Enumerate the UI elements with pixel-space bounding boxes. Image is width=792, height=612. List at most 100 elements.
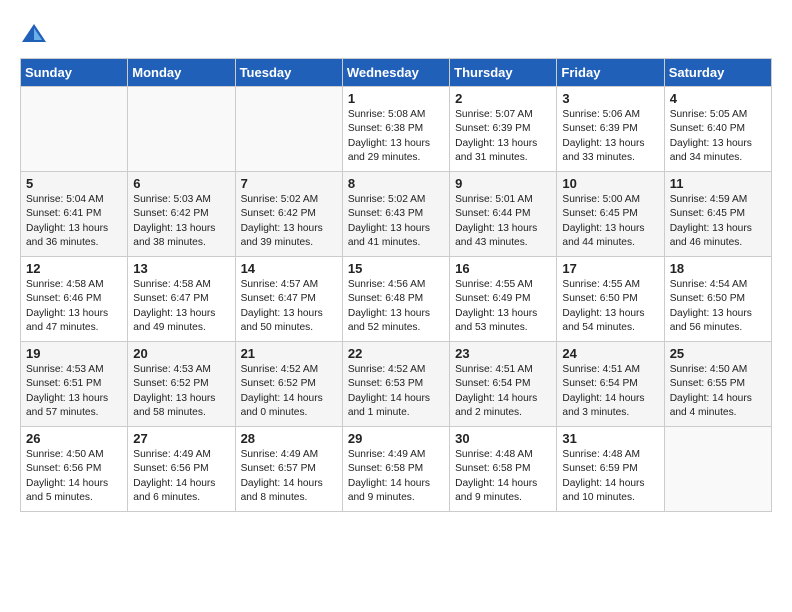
calendar-cell: 4 Sunrise: 5:05 AMSunset: 6:40 PMDaylight… [664,87,771,172]
day-number: 17 [562,261,658,276]
week-row-5: 26 Sunrise: 4:50 AMSunset: 6:56 PMDayligh… [21,427,772,512]
calendar-cell: 17Sunrise: 4:55 AMSunset: 6:50 PMDayligh… [557,257,664,342]
day-details: Sunrise: 4:55 AMSunset: 6:49 PMDaylight:… [455,278,551,335]
day-number: 11 [670,176,766,191]
calendar-cell [21,87,128,172]
day-details: Sunrise: 5:07 AMSunset: 6:39 PMDaylight:… [455,108,551,165]
day-details: Sunrise: 4:49 AMSunset: 6:57 PMDaylight:… [241,448,337,505]
calendar-cell: 18 Sunrise: 4:54 AMSunset: 6:50 PMDayligh… [664,257,771,342]
day-details: Sunrise: 5:03 AMSunset: 6:42 PMDaylight:… [133,193,229,250]
calendar-cell: 15 Sunrise: 4:56 AMSunset: 6:48 PMDayligh… [342,257,449,342]
day-number: 4 [670,91,766,106]
logo-icon [20,20,48,48]
day-details: Sunrise: 4:53 AMSunset: 6:51 PMDaylight:… [26,363,122,420]
header-wednesday: Wednesday [342,59,449,87]
day-details: Sunrise: 5:02 AMSunset: 6:42 PMDaylight:… [241,193,337,250]
calendar-cell: 21 Sunrise: 4:52 AMSunset: 6:52 PMDayligh… [235,342,342,427]
calendar-cell: 26 Sunrise: 4:50 AMSunset: 6:56 PMDayligh… [21,427,128,512]
week-row-2: 5 Sunrise: 5:04 AMSunset: 6:41 PMDaylight… [21,172,772,257]
logo [20,20,52,48]
day-details: Sunrise: 4:50 AMSunset: 6:56 PMDaylight:… [26,448,122,505]
day-number: 7 [241,176,337,191]
calendar-cell: 22 Sunrise: 4:52 AMSunset: 6:53 PMDayligh… [342,342,449,427]
calendar-cell: 31Sunrise: 4:48 AMSunset: 6:59 PMDayligh… [557,427,664,512]
calendar-cell: 6 Sunrise: 5:03 AMSunset: 6:42 PMDaylight… [128,172,235,257]
day-details: Sunrise: 4:50 AMSunset: 6:55 PMDaylight:… [670,363,766,420]
day-number: 3 [562,91,658,106]
day-details: Sunrise: 5:01 AMSunset: 6:44 PMDaylight:… [455,193,551,250]
calendar-cell: 29 Sunrise: 4:49 AMSunset: 6:58 PMDayligh… [342,427,449,512]
calendar-cell: 28 Sunrise: 4:49 AMSunset: 6:57 PMDayligh… [235,427,342,512]
week-row-1: 1 Sunrise: 5:08 AMSunset: 6:38 PMDaylight… [21,87,772,172]
calendar-cell: 1 Sunrise: 5:08 AMSunset: 6:38 PMDaylight… [342,87,449,172]
day-number: 23 [455,346,551,361]
calendar-cell: 30 Sunrise: 4:48 AMSunset: 6:58 PMDayligh… [450,427,557,512]
day-details: Sunrise: 4:53 AMSunset: 6:52 PMDaylight:… [133,363,229,420]
day-details: Sunrise: 4:58 AMSunset: 6:46 PMDaylight:… [26,278,122,335]
day-number: 6 [133,176,229,191]
day-number: 31 [562,431,658,446]
day-number: 20 [133,346,229,361]
day-number: 10 [562,176,658,191]
calendar-cell: 23Sunrise: 4:51 AMSunset: 6:54 PMDayligh… [450,342,557,427]
day-details: Sunrise: 5:00 AMSunset: 6:45 PMDaylight:… [562,193,658,250]
calendar-cell: 12Sunrise: 4:58 AMSunset: 6:46 PMDayligh… [21,257,128,342]
header-thursday: Thursday [450,59,557,87]
day-details: Sunrise: 4:52 AMSunset: 6:52 PMDaylight:… [241,363,337,420]
header-saturday: Saturday [664,59,771,87]
week-row-3: 12Sunrise: 4:58 AMSunset: 6:46 PMDayligh… [21,257,772,342]
day-number: 13 [133,261,229,276]
day-number: 21 [241,346,337,361]
day-details: Sunrise: 5:02 AMSunset: 6:43 PMDaylight:… [348,193,444,250]
calendar-cell: 14Sunrise: 4:57 AMSunset: 6:47 PMDayligh… [235,257,342,342]
calendar-cell: 20 Sunrise: 4:53 AMSunset: 6:52 PMDayligh… [128,342,235,427]
calendar-cell: 25 Sunrise: 4:50 AMSunset: 6:55 PMDayligh… [664,342,771,427]
day-details: Sunrise: 5:06 AMSunset: 6:39 PMDaylight:… [562,108,658,165]
day-number: 28 [241,431,337,446]
calendar-cell: 5 Sunrise: 5:04 AMSunset: 6:41 PMDaylight… [21,172,128,257]
header-friday: Friday [557,59,664,87]
day-number: 18 [670,261,766,276]
day-number: 26 [26,431,122,446]
header-tuesday: Tuesday [235,59,342,87]
calendar-header-row: SundayMondayTuesdayWednesdayThursdayFrid… [21,59,772,87]
day-number: 29 [348,431,444,446]
day-details: Sunrise: 4:52 AMSunset: 6:53 PMDaylight:… [348,363,444,420]
calendar-cell: 16Sunrise: 4:55 AMSunset: 6:49 PMDayligh… [450,257,557,342]
day-number: 24 [562,346,658,361]
day-number: 30 [455,431,551,446]
day-number: 1 [348,91,444,106]
day-details: Sunrise: 4:58 AMSunset: 6:47 PMDaylight:… [133,278,229,335]
calendar-cell: 13 Sunrise: 4:58 AMSunset: 6:47 PMDayligh… [128,257,235,342]
calendar-table: SundayMondayTuesdayWednesdayThursdayFrid… [20,58,772,512]
calendar-cell: 19 Sunrise: 4:53 AMSunset: 6:51 PMDayligh… [21,342,128,427]
calendar-cell: 3 Sunrise: 5:06 AMSunset: 6:39 PMDaylight… [557,87,664,172]
day-details: Sunrise: 5:05 AMSunset: 6:40 PMDaylight:… [670,108,766,165]
day-number: 8 [348,176,444,191]
header-monday: Monday [128,59,235,87]
day-details: Sunrise: 4:48 AMSunset: 6:58 PMDaylight:… [455,448,551,505]
day-details: Sunrise: 5:04 AMSunset: 6:41 PMDaylight:… [26,193,122,250]
day-details: Sunrise: 4:49 AMSunset: 6:58 PMDaylight:… [348,448,444,505]
header-sunday: Sunday [21,59,128,87]
day-details: Sunrise: 4:51 AMSunset: 6:54 PMDaylight:… [562,363,658,420]
calendar-cell: 2 Sunrise: 5:07 AMSunset: 6:39 PMDaylight… [450,87,557,172]
calendar-cell: 11Sunrise: 4:59 AMSunset: 6:45 PMDayligh… [664,172,771,257]
day-number: 15 [348,261,444,276]
calendar-cell: 27Sunrise: 4:49 AMSunset: 6:56 PMDayligh… [128,427,235,512]
calendar-cell: 7 Sunrise: 5:02 AMSunset: 6:42 PMDaylight… [235,172,342,257]
calendar-cell: 24 Sunrise: 4:51 AMSunset: 6:54 PMDayligh… [557,342,664,427]
day-number: 5 [26,176,122,191]
day-number: 2 [455,91,551,106]
day-number: 19 [26,346,122,361]
day-details: Sunrise: 4:57 AMSunset: 6:47 PMDaylight:… [241,278,337,335]
calendar-cell: 9 Sunrise: 5:01 AMSunset: 6:44 PMDaylight… [450,172,557,257]
day-details: Sunrise: 4:56 AMSunset: 6:48 PMDaylight:… [348,278,444,335]
week-row-4: 19 Sunrise: 4:53 AMSunset: 6:51 PMDayligh… [21,342,772,427]
day-details: Sunrise: 4:54 AMSunset: 6:50 PMDaylight:… [670,278,766,335]
calendar-cell [128,87,235,172]
day-number: 25 [670,346,766,361]
day-number: 22 [348,346,444,361]
day-number: 9 [455,176,551,191]
day-details: Sunrise: 5:08 AMSunset: 6:38 PMDaylight:… [348,108,444,165]
